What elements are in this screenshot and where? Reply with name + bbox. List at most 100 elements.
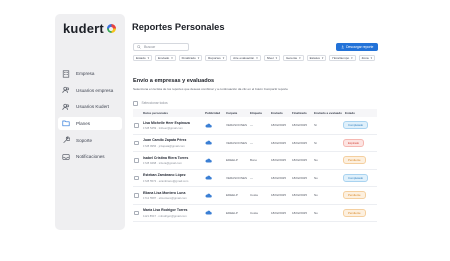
page-title: Reportes Personales — [132, 22, 225, 32]
filter-enviado[interactable]: Enviado ▾ — [155, 55, 176, 61]
sidebar-item-label: Planes — [76, 120, 91, 126]
column-header: Enviado — [271, 111, 283, 115]
logo-text: kudert — [63, 21, 104, 36]
wrench-icon — [62, 136, 70, 144]
checkbox[interactable] — [133, 101, 138, 106]
chevron-down-icon: ▾ — [299, 56, 301, 60]
sidebar-item-label: Soporte — [76, 137, 93, 143]
column-header: Envíado a evaluado — [314, 111, 343, 115]
main-content: Reportes Personales Buscar Descargar rep… — [131, 14, 378, 222]
sidebar-item-empresa[interactable]: Empresa — [58, 67, 122, 80]
table-row[interactable]: Juan Camilo Zapata Pérez 1728 9956 · jcza… — [133, 135, 377, 152]
sidebar-item-usuarios-kudert[interactable]: Usuarios Kudert — [58, 100, 122, 113]
person-name: María Lisa Rodrigor Torres — [143, 208, 188, 212]
cloud-icon — [205, 158, 212, 163]
sidebar-item-label: Usuarios empresa — [76, 87, 114, 93]
sidebar-item-planes[interactable]: Planes — [58, 116, 122, 130]
download-report-label: Descargar reporte — [346, 45, 374, 49]
row-checkbox[interactable] — [134, 123, 139, 128]
table-row[interactable]: María Lisa Rodrigor Torres 1121 8547 · ml… — [133, 205, 377, 222]
chevron-down-icon: ▾ — [171, 56, 173, 60]
table-row[interactable]: Isabel Cristina Riera Torres 1728 9468 · … — [133, 152, 377, 170]
status-badge: Expirado — [343, 138, 365, 147]
kudert-logo[interactable]: kudert — [63, 21, 116, 36]
table-header: Datos personales Publicidad Carpeta Etiq… — [133, 109, 377, 117]
users-icon — [62, 103, 70, 111]
cloud-icon — [205, 210, 212, 215]
person-contact: 1728 9468 · icriera@gmail.com — [143, 161, 182, 165]
filter-reportes[interactable]: Reportes ▾ — [205, 55, 228, 61]
carpeta-cell: VERASOONES — [226, 175, 248, 180]
filter-zona[interactable]: Zona ▾ — [358, 55, 376, 61]
filter-estatus[interactable]: Estatus ▾ — [306, 55, 327, 61]
sidebar-nav: Empresa Usuarios empresa Usuarios Kudert… — [58, 67, 122, 167]
person-name: Lisa Michelle Heer Espinoza — [143, 120, 190, 125]
table-row[interactable]: Esteban Zambrano López 1728 5572 · ezambr… — [133, 170, 377, 187]
cloud-icon — [205, 175, 212, 180]
table-row[interactable]: Eliana Lisa Montero Luna 1712 5587 · elmo… — [133, 187, 377, 205]
person-name: Eliana Lisa Montero Luna — [143, 190, 186, 195]
filter-aire-evaluacion[interactable]: Aire evaluación ▾ — [230, 55, 261, 61]
carpeta-cell: VERASOONES — [226, 140, 248, 145]
sidebar-item-soporte[interactable]: Soporte — [58, 134, 122, 147]
finalizado-cell: 18/02/2025 — [292, 123, 308, 128]
download-report-button[interactable]: Descargar reporte — [336, 43, 378, 51]
enviado-cell: 18/02/2025 — [271, 123, 287, 128]
filter-label: Finalizado — [181, 56, 196, 60]
column-header: Publicidad — [205, 111, 221, 115]
sidebar-item-notificaciones[interactable]: Notificaciones — [58, 150, 122, 163]
chevron-down-icon: ▾ — [256, 56, 258, 60]
person-contact: 1712 5587 · elmontero@gmail.com — [143, 196, 187, 200]
select-all-checkbox[interactable]: Seleccionar todos — [133, 101, 168, 106]
row-checkbox[interactable] — [134, 158, 139, 163]
building-icon — [62, 69, 70, 78]
select-all-label: Seleccionar todos — [141, 101, 168, 106]
table-row[interactable]: Lisa Michelle Heer Espinoza 1728 5459 · l… — [133, 117, 377, 135]
cloud-icon — [205, 140, 212, 145]
column-header: Finalizado — [292, 111, 307, 115]
search-icon — [137, 45, 141, 49]
filter-gerente[interactable]: Gerente ▾ — [282, 55, 304, 61]
filter-estado[interactable]: Estado ▾ — [133, 55, 153, 61]
filter-hora-tiempo[interactable]: Hora/tiempo ▾ — [329, 55, 356, 61]
inbox-icon — [62, 153, 70, 161]
filter-nivel[interactable]: Nivel ▾ — [263, 55, 280, 61]
person-name: Juan Camilo Zapata Pérez — [143, 138, 187, 142]
filter-label: Nivel — [266, 56, 274, 60]
row-checkbox[interactable] — [134, 193, 139, 198]
finalizado-cell: 18/02/2025 — [292, 193, 308, 198]
filter-label: Aire evaluación — [233, 56, 255, 60]
sidebar: kudert Empresa Usuarios empresa Usuarios… — [55, 14, 125, 230]
status-badge: Pendiente — [343, 191, 366, 200]
person-contact: 1728 5459 · lmheer@gmail.com — [143, 126, 183, 130]
column-header: Etiqueta — [250, 111, 262, 115]
filter-label: Gerente — [285, 56, 298, 60]
envio-cell: No — [314, 210, 318, 215]
users-icon — [62, 86, 70, 94]
row-checkbox[interactable] — [134, 210, 139, 215]
sidebar-item-usuarios-empresa[interactable]: Usuarios empresa — [58, 84, 122, 97]
chevron-down-icon: ▾ — [370, 56, 373, 60]
filter-label: Reportes — [208, 56, 221, 60]
filter-label: Estado — [136, 56, 146, 60]
filter-finalizado[interactable]: Finalizado ▾ — [178, 55, 203, 61]
logo-mark-icon — [106, 24, 116, 33]
etiqueta-cell: — — [250, 140, 253, 145]
sidebar-item-label: Usuarios Kudert — [76, 104, 109, 109]
row-checkbox[interactable] — [134, 175, 139, 180]
etiqueta-cell: Bono — [250, 158, 258, 163]
filter-label: Enviado — [158, 56, 170, 60]
envio-cell: No — [314, 175, 318, 180]
chevron-down-icon: ▾ — [351, 56, 353, 60]
download-icon — [341, 45, 344, 49]
filter-label: Zona — [361, 56, 369, 60]
filter-bar: Estado ▾ Enviado ▾ Finalizado ▾ Reportes ▾ A… — [133, 55, 378, 61]
cloud-icon — [205, 193, 212, 198]
section-subtitle: Selecciona en la lista de los reportes q… — [133, 87, 288, 91]
envio-cell: Sí — [314, 123, 317, 128]
etiqueta-cell: — — [250, 175, 253, 180]
enviado-cell: 18/02/2025 — [271, 140, 287, 145]
search-input[interactable]: Buscar — [133, 43, 189, 51]
envio-cell: Sí — [314, 140, 317, 145]
row-checkbox[interactable] — [134, 140, 139, 145]
